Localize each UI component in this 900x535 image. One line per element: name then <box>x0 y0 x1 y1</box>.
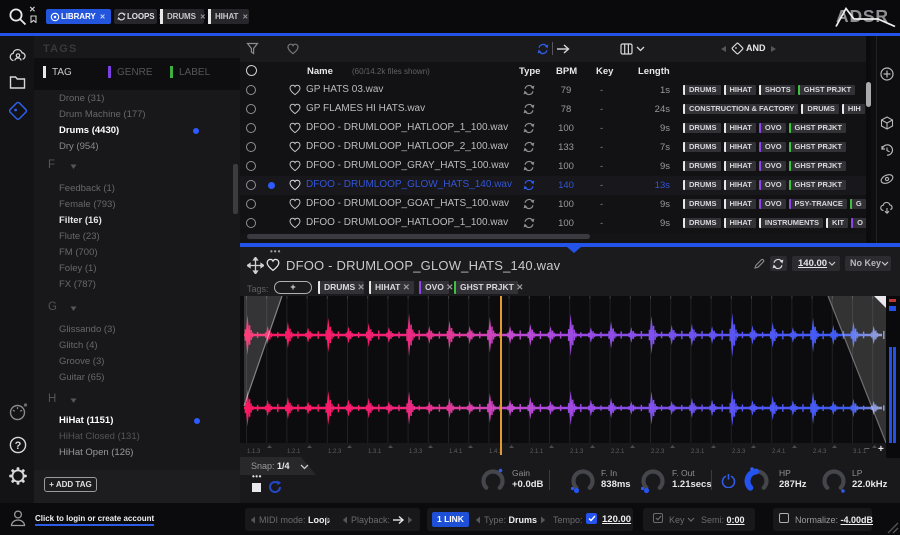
svg-text:?: ? <box>15 440 22 452</box>
